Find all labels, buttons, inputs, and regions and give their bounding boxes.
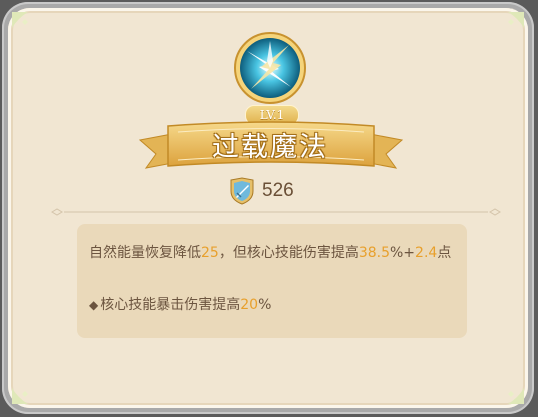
corner-ornament-icon xyxy=(12,388,28,404)
corner-ornament-icon xyxy=(12,12,28,28)
effect-text: %+ xyxy=(390,245,416,261)
corner-ornament-icon xyxy=(508,12,524,28)
power-value: 526 xyxy=(262,180,294,201)
effect-text: % xyxy=(258,297,272,313)
bullet-icon: ◆ xyxy=(89,298,99,312)
effect-text: 核心技能暴击伤害提高 xyxy=(100,297,241,313)
effect-value: 38.5 xyxy=(358,245,390,261)
power-row: 526 xyxy=(229,176,294,206)
effect-text: ，但核心技能伤害提高 xyxy=(218,245,359,261)
effect-description: 自然能量恢复降低25，但核心技能伤害提高38.5%+2.4点 xyxy=(89,244,461,262)
effect-text: 自然能量恢复降低 xyxy=(89,245,201,261)
effect-value: 2.4 xyxy=(415,245,438,261)
effect-value: 20 xyxy=(240,297,259,313)
shield-sword-icon xyxy=(230,177,254,205)
effect-value: 25 xyxy=(201,245,219,261)
section-divider xyxy=(51,208,501,216)
corner-ornament-icon xyxy=(508,388,524,404)
effect-text: 点 xyxy=(437,245,452,261)
description-box xyxy=(77,224,467,338)
lightning-orb-icon xyxy=(234,32,306,104)
effect-bullet-line: ◆ 核心技能暴击伤害提高20% xyxy=(89,296,461,314)
skill-name: 过载魔法 xyxy=(212,132,328,163)
